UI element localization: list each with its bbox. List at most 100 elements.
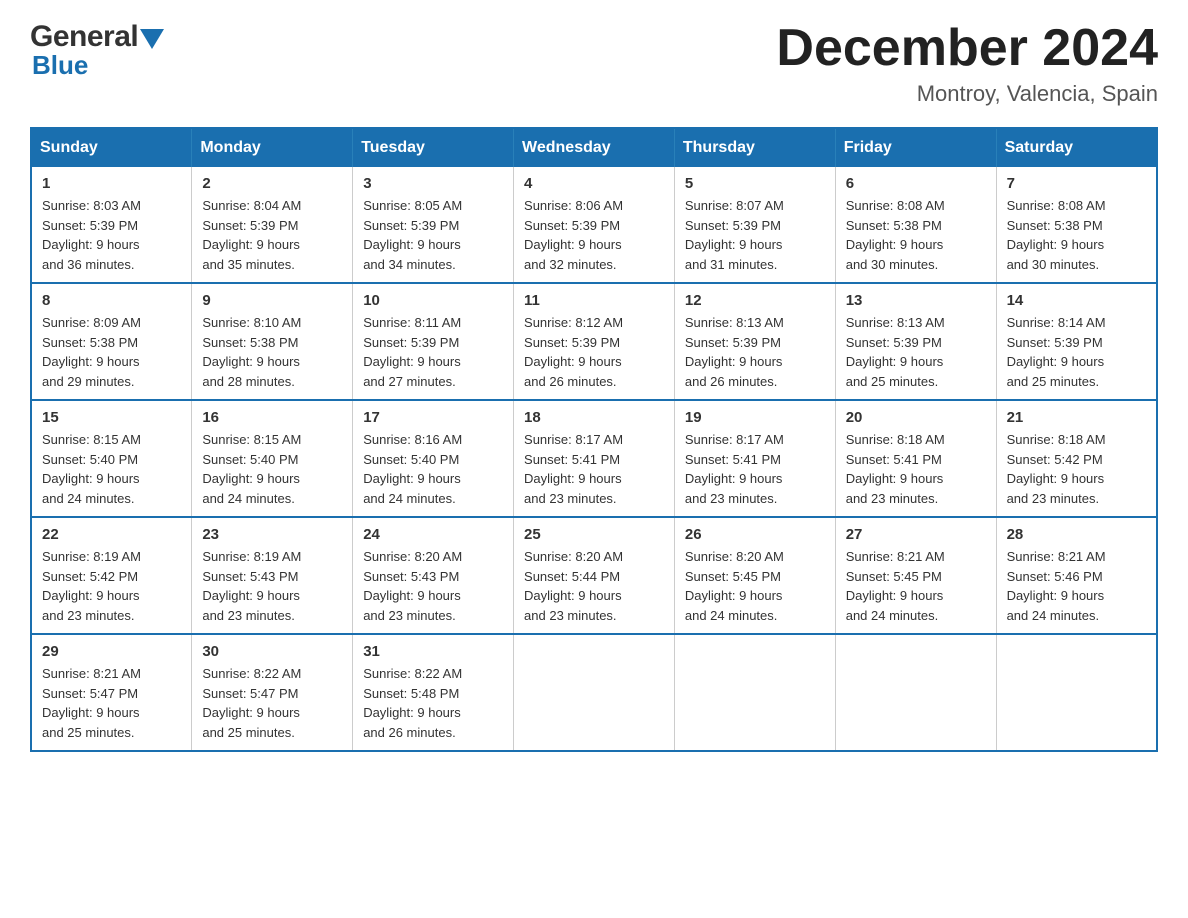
calendar-cell — [514, 634, 675, 751]
col-header-monday: Monday — [192, 128, 353, 167]
col-header-wednesday: Wednesday — [514, 128, 675, 167]
calendar-cell: 1 Sunrise: 8:03 AMSunset: 5:39 PMDaylight… — [31, 167, 192, 283]
calendar-cell: 5 Sunrise: 8:07 AMSunset: 5:39 PMDaylight… — [674, 167, 835, 283]
calendar-cell: 9 Sunrise: 8:10 AMSunset: 5:38 PMDaylight… — [192, 283, 353, 400]
day-info: Sunrise: 8:13 AMSunset: 5:39 PMDaylight:… — [846, 313, 986, 391]
day-number: 30 — [202, 643, 342, 660]
day-number: 13 — [846, 292, 986, 309]
calendar-cell: 29 Sunrise: 8:21 AMSunset: 5:47 PMDayligh… — [31, 634, 192, 751]
day-info: Sunrise: 8:11 AMSunset: 5:39 PMDaylight:… — [363, 313, 503, 391]
calendar-cell: 13 Sunrise: 8:13 AMSunset: 5:39 PMDayligh… — [835, 283, 996, 400]
day-info: Sunrise: 8:14 AMSunset: 5:39 PMDaylight:… — [1007, 313, 1146, 391]
day-info: Sunrise: 8:08 AMSunset: 5:38 PMDaylight:… — [1007, 196, 1146, 274]
calendar-cell: 3 Sunrise: 8:05 AMSunset: 5:39 PMDaylight… — [353, 167, 514, 283]
calendar-cell: 18 Sunrise: 8:17 AMSunset: 5:41 PMDayligh… — [514, 400, 675, 517]
calendar-cell: 24 Sunrise: 8:20 AMSunset: 5:43 PMDayligh… — [353, 517, 514, 634]
day-number: 9 — [202, 292, 342, 309]
calendar-cell — [835, 634, 996, 751]
day-number: 29 — [42, 643, 181, 660]
day-number: 21 — [1007, 409, 1146, 426]
day-number: 4 — [524, 175, 664, 192]
calendar-week-row: 15 Sunrise: 8:15 AMSunset: 5:40 PMDayligh… — [31, 400, 1157, 517]
calendar-week-row: 8 Sunrise: 8:09 AMSunset: 5:38 PMDaylight… — [31, 283, 1157, 400]
day-number: 27 — [846, 526, 986, 543]
location: Montroy, Valencia, Spain — [776, 81, 1158, 107]
calendar-week-row: 29 Sunrise: 8:21 AMSunset: 5:47 PMDayligh… — [31, 634, 1157, 751]
day-number: 12 — [685, 292, 825, 309]
col-header-thursday: Thursday — [674, 128, 835, 167]
day-info: Sunrise: 8:20 AMSunset: 5:45 PMDaylight:… — [685, 547, 825, 625]
title-block: December 2024 Montroy, Valencia, Spain — [776, 20, 1158, 107]
calendar-cell: 17 Sunrise: 8:16 AMSunset: 5:40 PMDayligh… — [353, 400, 514, 517]
day-info: Sunrise: 8:12 AMSunset: 5:39 PMDaylight:… — [524, 313, 664, 391]
calendar-cell: 16Sunrise: 8:15 AMSunset: 5:40 PMDayligh… — [192, 400, 353, 517]
day-info: Sunrise: 8:20 AMSunset: 5:44 PMDaylight:… — [524, 547, 664, 625]
calendar-cell: 14 Sunrise: 8:14 AMSunset: 5:39 PMDayligh… — [996, 283, 1157, 400]
calendar-table: SundayMondayTuesdayWednesdayThursdayFrid… — [30, 127, 1158, 752]
day-info: Sunrise: 8:22 AMSunset: 5:47 PMDaylight:… — [202, 664, 342, 742]
calendar-cell: 19 Sunrise: 8:17 AMSunset: 5:41 PMDayligh… — [674, 400, 835, 517]
logo-general-text: General — [30, 20, 138, 54]
day-number: 28 — [1007, 526, 1146, 543]
day-number: 24 — [363, 526, 503, 543]
calendar-week-row: 22Sunrise: 8:19 AMSunset: 5:42 PMDayligh… — [31, 517, 1157, 634]
calendar-cell: 23 Sunrise: 8:19 AMSunset: 5:43 PMDayligh… — [192, 517, 353, 634]
day-info: Sunrise: 8:15 AMSunset: 5:40 PMDaylight:… — [42, 430, 181, 508]
calendar-cell — [996, 634, 1157, 751]
calendar-header-row: SundayMondayTuesdayWednesdayThursdayFrid… — [31, 128, 1157, 167]
day-info: Sunrise: 8:09 AMSunset: 5:38 PMDaylight:… — [42, 313, 181, 391]
day-info: Sunrise: 8:18 AMSunset: 5:41 PMDaylight:… — [846, 430, 986, 508]
calendar-cell: 10 Sunrise: 8:11 AMSunset: 5:39 PMDayligh… — [353, 283, 514, 400]
calendar-cell: 11Sunrise: 8:12 AMSunset: 5:39 PMDayligh… — [514, 283, 675, 400]
day-info: Sunrise: 8:15 AMSunset: 5:40 PMDaylight:… — [202, 430, 342, 508]
day-number: 23 — [202, 526, 342, 543]
calendar-cell: 27Sunrise: 8:21 AMSunset: 5:45 PMDayligh… — [835, 517, 996, 634]
calendar-cell: 31Sunrise: 8:22 AMSunset: 5:48 PMDayligh… — [353, 634, 514, 751]
logo: General Blue — [30, 20, 164, 81]
day-info: Sunrise: 8:16 AMSunset: 5:40 PMDaylight:… — [363, 430, 503, 508]
day-number: 22 — [42, 526, 181, 543]
col-header-tuesday: Tuesday — [353, 128, 514, 167]
day-info: Sunrise: 8:04 AMSunset: 5:39 PMDaylight:… — [202, 196, 342, 274]
calendar-cell: 4 Sunrise: 8:06 AMSunset: 5:39 PMDaylight… — [514, 167, 675, 283]
col-header-sunday: Sunday — [31, 128, 192, 167]
day-info: Sunrise: 8:21 AMSunset: 5:47 PMDaylight:… — [42, 664, 181, 742]
day-info: Sunrise: 8:18 AMSunset: 5:42 PMDaylight:… — [1007, 430, 1146, 508]
calendar-cell: 25 Sunrise: 8:20 AMSunset: 5:44 PMDayligh… — [514, 517, 675, 634]
day-info: Sunrise: 8:03 AMSunset: 5:39 PMDaylight:… — [42, 196, 181, 274]
day-info: Sunrise: 8:20 AMSunset: 5:43 PMDaylight:… — [363, 547, 503, 625]
day-number: 14 — [1007, 292, 1146, 309]
day-info: Sunrise: 8:19 AMSunset: 5:43 PMDaylight:… — [202, 547, 342, 625]
day-number: 8 — [42, 292, 181, 309]
calendar-cell — [674, 634, 835, 751]
day-number: 25 — [524, 526, 664, 543]
calendar-cell: 28Sunrise: 8:21 AMSunset: 5:46 PMDayligh… — [996, 517, 1157, 634]
calendar-cell: 2Sunrise: 8:04 AMSunset: 5:39 PMDaylight… — [192, 167, 353, 283]
calendar-cell: 12Sunrise: 8:13 AMSunset: 5:39 PMDayligh… — [674, 283, 835, 400]
day-info: Sunrise: 8:06 AMSunset: 5:39 PMDaylight:… — [524, 196, 664, 274]
day-number: 19 — [685, 409, 825, 426]
calendar-cell: 22Sunrise: 8:19 AMSunset: 5:42 PMDayligh… — [31, 517, 192, 634]
day-number: 18 — [524, 409, 664, 426]
day-number: 5 — [685, 175, 825, 192]
day-number: 3 — [363, 175, 503, 192]
day-number: 15 — [42, 409, 181, 426]
day-number: 17 — [363, 409, 503, 426]
day-info: Sunrise: 8:08 AMSunset: 5:38 PMDaylight:… — [846, 196, 986, 274]
calendar-cell: 21 Sunrise: 8:18 AMSunset: 5:42 PMDayligh… — [996, 400, 1157, 517]
day-info: Sunrise: 8:10 AMSunset: 5:38 PMDaylight:… — [202, 313, 342, 391]
day-number: 31 — [363, 643, 503, 660]
day-info: Sunrise: 8:17 AMSunset: 5:41 PMDaylight:… — [524, 430, 664, 508]
day-number: 1 — [42, 175, 181, 192]
calendar-cell: 8 Sunrise: 8:09 AMSunset: 5:38 PMDaylight… — [31, 283, 192, 400]
page-header: General Blue December 2024 Montroy, Vale… — [30, 20, 1158, 107]
day-number: 10 — [363, 292, 503, 309]
day-info: Sunrise: 8:05 AMSunset: 5:39 PMDaylight:… — [363, 196, 503, 274]
day-number: 26 — [685, 526, 825, 543]
logo-blue-text: Blue — [32, 50, 88, 81]
calendar-week-row: 1 Sunrise: 8:03 AMSunset: 5:39 PMDaylight… — [31, 167, 1157, 283]
month-title: December 2024 — [776, 20, 1158, 77]
day-info: Sunrise: 8:07 AMSunset: 5:39 PMDaylight:… — [685, 196, 825, 274]
col-header-friday: Friday — [835, 128, 996, 167]
day-info: Sunrise: 8:17 AMSunset: 5:41 PMDaylight:… — [685, 430, 825, 508]
